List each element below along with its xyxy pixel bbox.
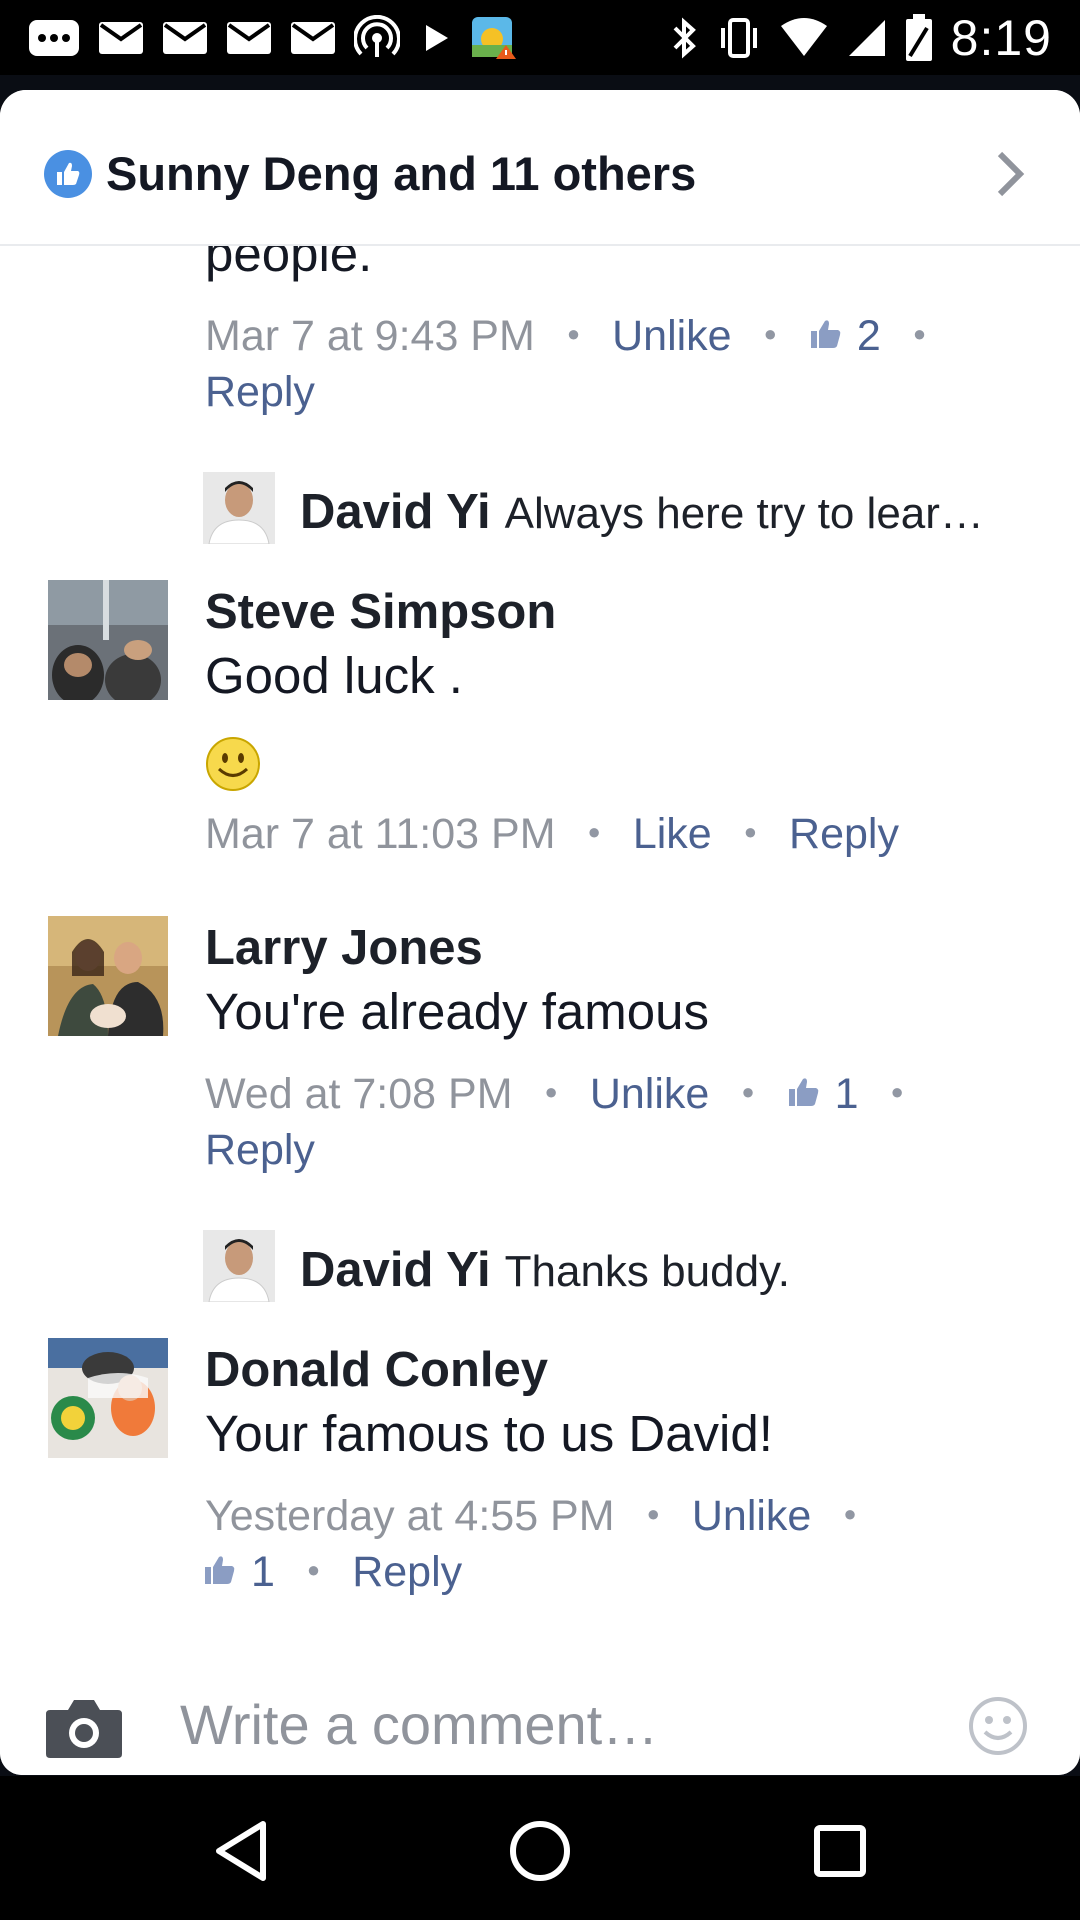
avatar[interactable]: [48, 1338, 168, 1458]
comment-input[interactable]: [180, 1684, 900, 1764]
reply-preview[interactable]: David Yi Always here try to lear…: [300, 484, 984, 540]
comment-time: Yesterday at 4:55 PM: [205, 1492, 615, 1540]
comment-text: people.: [205, 246, 373, 282]
like-count[interactable]: 2: [857, 312, 881, 361]
separator-dot: ●: [741, 1078, 755, 1104]
play-icon: [418, 21, 452, 55]
separator-dot: ●: [587, 818, 601, 844]
separator-dot: ●: [566, 320, 581, 346]
comment-text: You're already famous: [205, 983, 709, 1040]
chevron-right-icon[interactable]: [990, 146, 1030, 202]
comment-time: Wed at 7:08 PM: [205, 1070, 513, 1118]
clock: 8:19: [950, 10, 1052, 66]
reply-text: Always here try to lear…: [504, 489, 984, 538]
unlike-button[interactable]: Unlike: [612, 312, 732, 361]
comment-time: Mar 7 at 11:03 PM: [205, 810, 556, 858]
comment-meta: Mar 7 at 11:03 PM ● Like ● Reply: [205, 810, 899, 859]
separator-dot: ●: [743, 818, 758, 844]
comment-meta: Yesterday at 4:55 PM ● Unlike ●: [205, 1492, 889, 1541]
reply-author[interactable]: David Yi: [300, 1242, 491, 1298]
reactions-header[interactable]: Sunny Deng and 11 others: [0, 90, 1080, 246]
reply-text: Thanks buddy.: [504, 1247, 790, 1296]
avatar[interactable]: [48, 916, 168, 1036]
status-bar: 8:19: [0, 0, 1080, 75]
like-count[interactable]: 1: [835, 1070, 859, 1119]
camera-icon[interactable]: [46, 1696, 122, 1758]
like-badge-icon: [44, 150, 92, 198]
avatar[interactable]: [48, 580, 168, 700]
comment-actions-row: 1 ● Reply: [203, 1548, 462, 1597]
like-button[interactable]: Like: [633, 810, 712, 859]
separator-dot: ●: [646, 1500, 660, 1526]
separator-dot: ●: [306, 1556, 321, 1582]
vibrate-icon: [717, 16, 761, 60]
weather-icon: [470, 15, 518, 61]
comment-meta: Mar 7 at 9:43 PM ● Unlike ● 2 ●: [205, 312, 958, 361]
separator-dot: ●: [763, 320, 777, 346]
more-icon: [28, 19, 80, 57]
comments-sheet: Sunny Deng and 11 others people. Mar 7 a…: [0, 90, 1080, 1775]
separator-dot: ●: [843, 1500, 857, 1526]
avatar[interactable]: [203, 1230, 275, 1302]
thumbs-up-icon: [809, 312, 843, 361]
unlike-button[interactable]: Unlike: [692, 1492, 812, 1541]
comment-text: Good luck .: [205, 647, 463, 704]
battery-icon: [905, 14, 933, 62]
reply-button[interactable]: Reply: [352, 1548, 462, 1597]
bluetooth-icon: [671, 16, 699, 60]
signal-icon: [847, 18, 887, 58]
mail-icon: [290, 21, 336, 55]
thumbs-up-icon: [787, 1070, 821, 1119]
comments-list: people. Mar 7 at 9:43 PM ● Unlike ● 2 ● …: [0, 246, 1080, 1666]
reactions-summary: Sunny Deng and 11 others: [106, 147, 697, 200]
reply-button[interactable]: Reply: [205, 368, 315, 417]
comment-text: Your famous to us David!: [205, 1405, 773, 1462]
separator-dot: ●: [544, 1078, 558, 1104]
hotspot-icon: [354, 15, 400, 61]
comment-time: Mar 7 at 9:43 PM: [205, 312, 535, 360]
recents-icon[interactable]: [805, 1816, 875, 1886]
comment-author[interactable]: Larry Jones: [205, 920, 483, 976]
avatar[interactable]: [203, 472, 275, 544]
separator-dot: ●: [912, 320, 927, 346]
comment-author[interactable]: Donald Conley: [205, 1342, 548, 1398]
reply-preview[interactable]: David Yi Thanks buddy.: [300, 1242, 790, 1298]
like-count[interactable]: 1: [251, 1548, 275, 1597]
comment-author[interactable]: Steve Simpson: [205, 584, 556, 640]
mail-icon: [162, 21, 208, 55]
navigation-bar: [0, 1776, 1080, 1920]
home-icon[interactable]: [505, 1816, 575, 1886]
reply-button[interactable]: Reply: [789, 810, 899, 859]
unlike-button[interactable]: Unlike: [590, 1070, 710, 1119]
mail-icon: [98, 21, 144, 55]
smiley-emoji-icon: [205, 736, 261, 792]
back-icon[interactable]: [206, 1816, 276, 1886]
reply-button[interactable]: Reply: [205, 1126, 315, 1175]
separator-dot: ●: [890, 1078, 904, 1104]
thumbs-up-icon: [203, 1548, 237, 1597]
wifi-icon: [779, 18, 829, 58]
reply-author[interactable]: David Yi: [300, 484, 491, 540]
mail-icon: [226, 21, 272, 55]
emoji-picker-icon[interactable]: [968, 1696, 1028, 1756]
comment-meta: Wed at 7:08 PM ● Unlike ● 1 ●: [205, 1070, 936, 1119]
comment-composer: [0, 1666, 1080, 1775]
